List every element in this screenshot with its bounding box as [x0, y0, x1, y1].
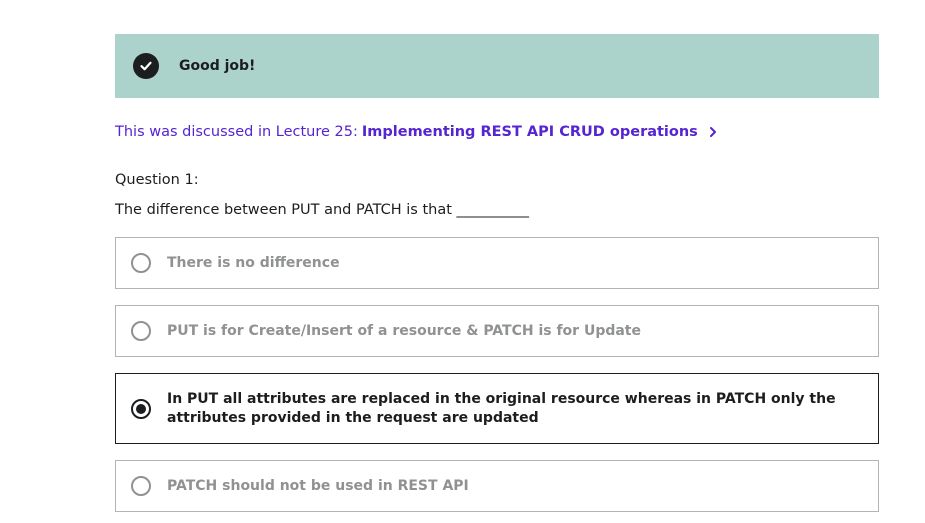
feedback-banner: Good job! — [115, 34, 879, 98]
option-label: PUT is for Create/Insert of a resource &… — [167, 322, 641, 339]
answer-option-3[interactable]: In PUT all attributes are replaced in th… — [115, 373, 879, 444]
lecture-reference: This was discussed in Lecture 25: Implem… — [115, 124, 718, 140]
answer-option-1[interactable]: There is no difference — [115, 237, 879, 289]
feedback-message: Good job! — [179, 58, 256, 74]
check-circle-icon — [133, 53, 159, 79]
option-label: PATCH should not be used in REST API — [167, 477, 469, 494]
lecture-prefix: This was discussed in Lecture 25: — [115, 124, 358, 140]
answer-option-4[interactable]: PATCH should not be used in REST API — [115, 460, 879, 512]
quiz-result-page: Good job! This was discussed in Lecture … — [0, 0, 925, 523]
radio-button[interactable] — [131, 253, 151, 273]
question-text: The difference between PUT and PATCH is … — [115, 202, 530, 218]
question-number: Question 1: — [115, 172, 199, 188]
radio-button[interactable] — [131, 476, 151, 496]
option-label: There is no difference — [167, 254, 340, 271]
radio-button[interactable] — [131, 398, 151, 419]
option-label: In PUT all attributes are replaced in th… — [167, 390, 836, 426]
answer-option-2[interactable]: PUT is for Create/Insert of a resource &… — [115, 305, 879, 357]
lecture-link[interactable]: Implementing REST API CRUD operations — [362, 124, 698, 140]
chevron-right-icon[interactable] — [708, 126, 718, 138]
radio-button[interactable] — [131, 321, 151, 341]
